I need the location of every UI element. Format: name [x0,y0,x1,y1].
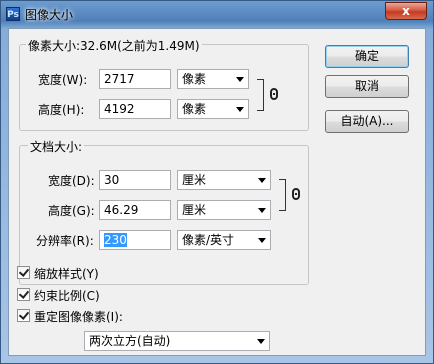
chevron-down-icon [258,178,266,183]
ok-button[interactable]: 确定 [325,45,409,68]
resample-method-select[interactable]: 两次立方(自动) [84,331,270,351]
chevron-down-icon [236,107,244,112]
doc-height-label: 高度(G): [48,204,95,218]
doc-height-unit-select[interactable]: 厘米 [177,200,271,220]
window-title: 图像大小 [25,8,74,22]
chevron-down-icon [258,208,266,213]
pixel-height-input[interactable]: 4192 [99,99,171,119]
pixel-width-unit-value: 像素 [182,72,207,86]
resample-method-value: 两次立方(自动) [89,334,171,348]
pixel-dimensions-legend: 像素大小:32.6M(之前为1.49M) [26,37,202,54]
resolution-unit-value: 像素/英寸 [182,233,235,247]
constrain-proportions-label: 约束比例(C) [34,289,100,303]
close-button[interactable]: x [385,2,427,20]
pixel-height-unit-select[interactable]: 像素 [177,99,249,119]
link-chain-icon [270,88,278,100]
doc-height-input[interactable]: 46.29 [99,200,171,220]
constrain-bracket [279,179,286,211]
pixel-width-input[interactable]: 2717 [99,69,171,89]
resolution-label: 分辨率(R): [36,234,94,248]
photoshop-icon: Ps [6,7,20,21]
constrain-bracket [257,79,264,111]
document-size-legend: 文档大小: [28,138,85,155]
constrain-proportions-checkbox[interactable] [17,288,30,301]
title-bar[interactable]: Ps 图像大小 x [1,1,433,27]
doc-height-unit-value: 厘米 [182,203,207,217]
scale-styles-label: 缩放样式(Y) [34,267,99,281]
auto-button[interactable]: 自动(A)... [325,110,409,133]
chevron-down-icon [236,77,244,82]
pixel-height-unit-value: 像素 [182,102,207,116]
resolution-input[interactable]: 230 [99,230,171,250]
image-size-dialog: Ps 图像大小 x 像素大小:32.6M(之前为1.49M) 宽度(W): 27… [0,0,434,364]
pixel-width-label: 宽度(W): [38,73,88,87]
cancel-button[interactable]: 取消 [325,75,409,98]
doc-width-input[interactable]: 30 [99,170,171,190]
pixel-width-unit-select[interactable]: 像素 [177,69,249,89]
resolution-unit-select[interactable]: 像素/英寸 [177,230,271,250]
resolution-value: 230 [104,233,127,247]
doc-width-unit-value: 厘米 [182,173,207,187]
dialog-body: 像素大小:32.6M(之前为1.49M) 宽度(W): 2717 像素 高度(H… [8,28,426,356]
resample-label: 重定图像像素(I): [34,310,123,324]
doc-width-label: 宽度(D): [48,174,95,188]
scale-styles-checkbox[interactable] [17,266,30,279]
doc-width-unit-select[interactable]: 厘米 [177,170,271,190]
resample-checkbox[interactable] [17,309,30,322]
chevron-down-icon [258,238,266,243]
link-chain-icon [292,188,300,200]
pixel-height-label: 高度(H): [38,103,85,117]
chevron-down-icon [257,339,265,344]
